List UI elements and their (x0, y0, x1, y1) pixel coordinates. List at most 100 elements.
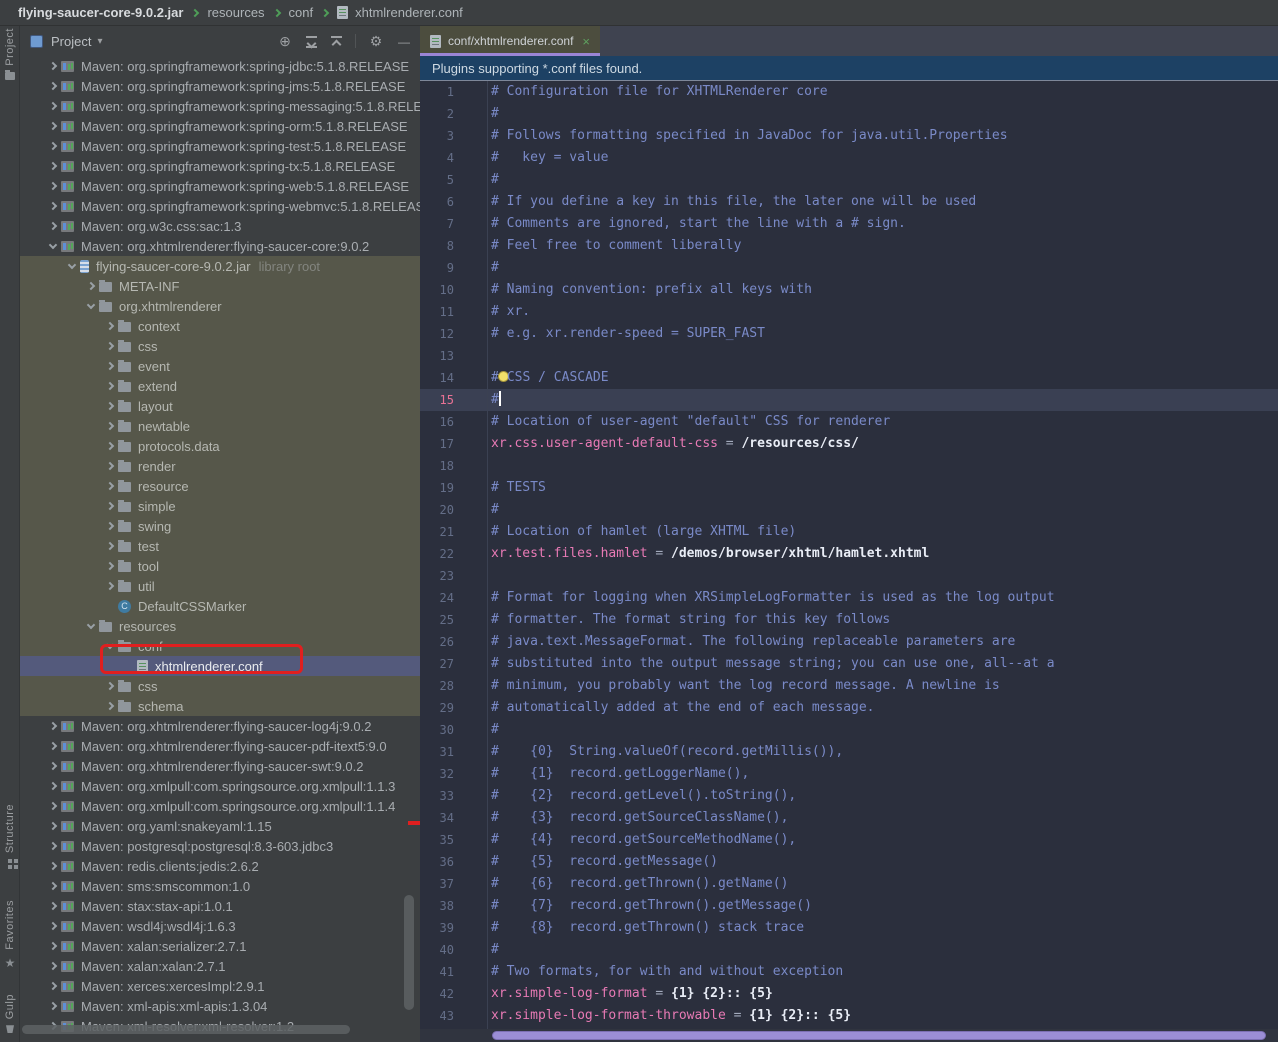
chevron-right-icon[interactable] (45, 943, 61, 949)
tree-item-flying-saucer-core-9-0-2-jar[interactable]: flying-saucer-core-9.0.2.jarlibrary root (20, 256, 420, 276)
chevron-right-icon[interactable] (102, 323, 118, 329)
tree-item-maven-org-springframework-spring-webmvc-[interactable]: Maven: org.springframework:spring-webmvc… (20, 196, 420, 216)
breadcrumb-item[interactable]: flying-saucer-core-9.0.2.jar (18, 5, 183, 20)
tree-item-maven-xalan-serializer-2-7-1[interactable]: Maven: xalan:serializer:2.7.1 (20, 936, 420, 956)
tree-item-maven-org-xhtmlrenderer-flying-saucer-sw[interactable]: Maven: org.xhtmlrenderer:flying-saucer-s… (20, 756, 420, 776)
chevron-down-icon[interactable] (83, 625, 99, 628)
tree-item-maven-org-springframework-spring-test-5-[interactable]: Maven: org.springframework:spring-test:5… (20, 136, 420, 156)
tree-item-org-xhtmlrenderer[interactable]: org.xhtmlrenderer (20, 296, 420, 316)
tree-item-maven-org-w3c-css-sac-1-3[interactable]: Maven: org.w3c.css:sac:1.3 (20, 216, 420, 236)
chevron-right-icon[interactable] (45, 223, 61, 229)
tree-item-maven-redis-clients-jedis-2-6-2[interactable]: Maven: redis.clients:jedis:2.6.2 (20, 856, 420, 876)
tree-item-maven-org-springframework-spring-web-5-1[interactable]: Maven: org.springframework:spring-web:5.… (20, 176, 420, 196)
chevron-right-icon[interactable] (45, 823, 61, 829)
settings-gear-icon[interactable] (368, 33, 384, 50)
chevron-right-icon[interactable] (102, 383, 118, 389)
chevron-right-icon[interactable] (102, 503, 118, 509)
tree-item-maven-org-springframework-spring-jms-5-1[interactable]: Maven: org.springframework:spring-jms:5.… (20, 76, 420, 96)
tree-item-render[interactable]: render (20, 456, 420, 476)
code-editor[interactable]: 1# Configuration file for XHTMLRenderer … (420, 81, 1278, 1042)
tree-item-util[interactable]: util (20, 576, 420, 596)
chevron-right-icon[interactable] (102, 583, 118, 589)
chevron-right-icon[interactable] (45, 963, 61, 969)
tree-item-extend[interactable]: extend (20, 376, 420, 396)
chevron-right-icon[interactable] (45, 103, 61, 109)
tree-item-maven-org-xhtmlrenderer-flying-saucer-pd[interactable]: Maven: org.xhtmlrenderer:flying-saucer-p… (20, 736, 420, 756)
tree-item-layout[interactable]: layout (20, 396, 420, 416)
chevron-right-icon[interactable] (102, 403, 118, 409)
chevron-right-icon[interactable] (45, 1003, 61, 1009)
project-horizontal-scrollbar[interactable] (22, 1025, 350, 1034)
tree-item-maven-org-xhtmlrenderer-flying-saucer-lo[interactable]: Maven: org.xhtmlrenderer:flying-saucer-l… (20, 716, 420, 736)
chevron-down-icon[interactable] (83, 305, 99, 308)
tree-item-defaultcssmarker[interactable]: DefaultCSSMarker (20, 596, 420, 616)
chevron-right-icon[interactable] (102, 523, 118, 529)
chevron-right-icon[interactable] (45, 923, 61, 929)
tree-item-maven-stax-stax-api-1-0-1[interactable]: Maven: stax:stax-api:1.0.1 (20, 896, 420, 916)
chevron-right-icon[interactable] (102, 683, 118, 689)
tree-item-maven-org-yaml-snakeyaml-1-15[interactable]: Maven: org.yaml:snakeyaml:1.15 (20, 816, 420, 836)
tree-item-maven-xml-apis-xml-apis-1-3-04[interactable]: Maven: xml-apis:xml-apis:1.3.04 (20, 996, 420, 1016)
chevron-right-icon[interactable] (102, 363, 118, 369)
tree-item-maven-sms-smscommon-1-0[interactable]: Maven: sms:smscommon:1.0 (20, 876, 420, 896)
tree-item-protocols-data[interactable]: protocols.data (20, 436, 420, 456)
breadcrumb-item[interactable]: resources (207, 5, 264, 20)
toolstrip-tab-gulp[interactable]: Gulp (0, 994, 20, 1033)
chevron-right-icon[interactable] (45, 863, 61, 869)
project-vertical-scrollbar[interactable] (404, 895, 414, 1010)
chevron-right-icon[interactable] (102, 563, 118, 569)
chevron-right-icon[interactable] (102, 343, 118, 349)
chevron-right-icon[interactable] (102, 483, 118, 489)
tree-item-maven-org-springframework-spring-tx-5-1-[interactable]: Maven: org.springframework:spring-tx:5.1… (20, 156, 420, 176)
hide-panel-icon[interactable] (396, 33, 412, 49)
tree-item-maven-xalan-xalan-2-7-1[interactable]: Maven: xalan:xalan:2.7.1 (20, 956, 420, 976)
toolstrip-tab-favorites[interactable]: Favorites ★ (0, 900, 20, 970)
tree-item-maven-postgresql-postgresql-8-3-603-jdbc[interactable]: Maven: postgresql:postgresql:8.3-603.jdb… (20, 836, 420, 856)
editor-tab-conf-xhtmlrenderer[interactable]: conf/xhtmlrenderer.conf × (420, 26, 600, 56)
chevron-right-icon[interactable] (45, 783, 61, 789)
chevron-right-icon[interactable] (102, 423, 118, 429)
chevron-right-icon[interactable] (45, 763, 61, 769)
tree-item-maven-org-springframework-spring-jdbc-5-[interactable]: Maven: org.springframework:spring-jdbc:5… (20, 56, 420, 76)
tree-item-simple[interactable]: simple (20, 496, 420, 516)
chevron-down-icon[interactable] (64, 265, 80, 268)
tree-item-maven-org-xmlpull-com-springsource-org-x[interactable]: Maven: org.xmlpull:com.springsource.org.… (20, 796, 420, 816)
chevron-right-icon[interactable] (45, 983, 61, 989)
tree-item-schema[interactable]: schema (20, 696, 420, 716)
chevron-right-icon[interactable] (45, 843, 61, 849)
tree-item-css[interactable]: css (20, 336, 420, 356)
close-tab-icon[interactable]: × (582, 34, 590, 49)
tree-item-maven-org-xhtmlrenderer-flying-saucer-co[interactable]: Maven: org.xhtmlrenderer:flying-saucer-c… (20, 236, 420, 256)
tree-item-tool[interactable]: tool (20, 556, 420, 576)
plugin-notification-banner[interactable]: Plugins supporting *.conf files found. (420, 56, 1278, 81)
chevron-right-icon[interactable] (83, 283, 99, 289)
chevron-right-icon[interactable] (45, 83, 61, 89)
chevron-right-icon[interactable] (45, 723, 61, 729)
chevron-right-icon[interactable] (45, 183, 61, 189)
expand-collapse-icon[interactable] (305, 35, 318, 48)
chevron-right-icon[interactable] (102, 703, 118, 709)
chevron-right-icon[interactable] (102, 443, 118, 449)
locate-icon[interactable] (277, 33, 293, 50)
tree-item-css[interactable]: css (20, 676, 420, 696)
chevron-right-icon[interactable] (102, 543, 118, 549)
chevron-right-icon[interactable] (45, 143, 61, 149)
tree-item-maven-org-springframework-spring-messagi[interactable]: Maven: org.springframework:spring-messag… (20, 96, 420, 116)
chevron-right-icon[interactable] (45, 123, 61, 129)
breadcrumb-item[interactable]: xhtmlrenderer.conf (355, 5, 463, 20)
tree-item-newtable[interactable]: newtable (20, 416, 420, 436)
tree-item-maven-org-xmlpull-com-springsource-org-x[interactable]: Maven: org.xmlpull:com.springsource.org.… (20, 776, 420, 796)
tree-item-resource[interactable]: resource (20, 476, 420, 496)
tree-item-meta-inf[interactable]: META-INF (20, 276, 420, 296)
toolstrip-tab-structure[interactable]: Structure (0, 804, 20, 869)
chevron-down-icon[interactable] (45, 245, 61, 248)
chevron-down-icon[interactable]: ▾ (97, 36, 102, 47)
project-panel-title[interactable]: Project (51, 34, 91, 49)
chevron-right-icon[interactable] (45, 903, 61, 909)
editor-horizontal-scrollbar[interactable] (492, 1031, 1266, 1040)
chevron-right-icon[interactable] (45, 883, 61, 889)
collapse-all-icon[interactable] (330, 35, 343, 48)
chevron-right-icon[interactable] (45, 63, 61, 69)
chevron-right-icon[interactable] (45, 163, 61, 169)
chevron-right-icon[interactable] (45, 203, 61, 209)
